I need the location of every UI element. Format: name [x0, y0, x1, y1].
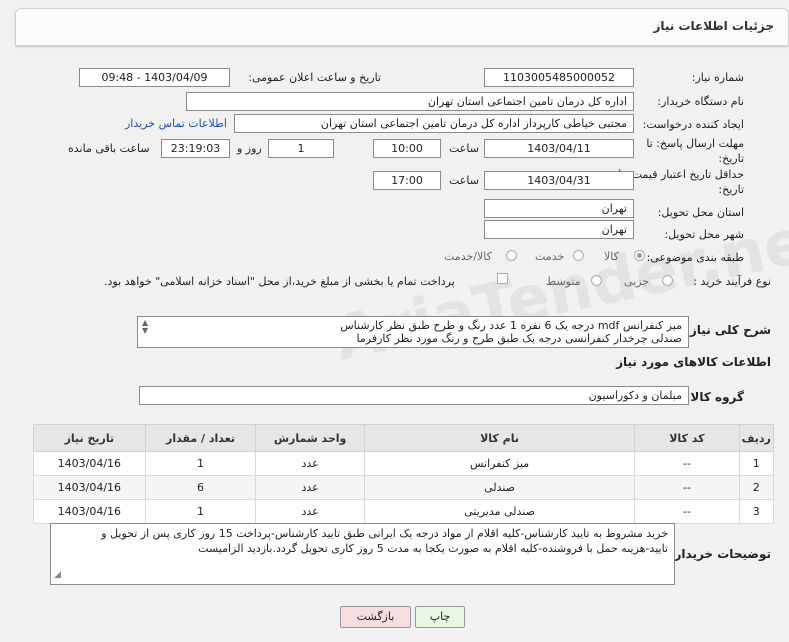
city-field: تهران [484, 220, 634, 239]
cell-row: 1 [738, 451, 775, 476]
table-row: 3 -- صندلی مدیریتی عدد 1 1403/04/16 [33, 499, 775, 524]
description-line-2: صندلی چرخدار کنفرانسی درجه یک طبق طرح و … [356, 332, 682, 345]
cell-code: -- [634, 475, 740, 500]
need-number-label: شماره نیاز: [691, 71, 744, 84]
validity-time-label: ساعت [449, 174, 479, 187]
buyer-org-label: نام دستگاه خریدار: [657, 95, 744, 108]
cell-name: صندلی مدیریتی [363, 499, 636, 524]
col-unit: واحد شمارش [255, 424, 365, 452]
items-table: ردیف کد کالا نام کالا واحد شمارش تعداد /… [33, 424, 775, 524]
table-row: 1 -- میز کنفرانس عدد 1 1403/04/16 [33, 451, 775, 476]
table-row: 2 -- صندلی عدد 6 1403/04/16 [33, 475, 775, 500]
scroll-down-icon[interactable]: ▼ [142, 327, 148, 335]
print-button[interactable]: چاپ [415, 606, 465, 628]
province-field: تهران [484, 199, 634, 218]
deadline-days-field: 1 [268, 139, 334, 158]
category-radio-goods-service[interactable] [506, 250, 517, 261]
buyer-org-field: اداره کل درمان تامین اجتماعی استان تهران [186, 92, 634, 111]
contact-buyer-link[interactable]: اطلاعات تماس خریدار [125, 117, 227, 130]
validity-time-field: 17:00 [373, 171, 441, 190]
purchase-type-label: نوع فرآیند خرید : [693, 275, 771, 288]
goods-group-label: گروه کالا: [685, 390, 744, 404]
validity-date-label: تاریخ: [718, 183, 744, 196]
cell-name: میز کنفرانس [363, 451, 636, 476]
col-code: کد کالا [634, 424, 740, 452]
requester-label: ایجاد کننده درخواست: [642, 118, 744, 131]
remaining-time-label: ساعت باقی مانده [68, 142, 150, 155]
cell-code: -- [634, 451, 740, 476]
cell-unit: عدد [255, 451, 365, 476]
col-date: تاریخ نیاز [33, 424, 146, 452]
buyer-notes-line-1: خرید مشروط به تایید کارشناس-کلیه اقلام ا… [101, 527, 668, 540]
cell-quantity: 1 [144, 499, 257, 524]
header-panel: جزئیات اطلاعات نیاز [15, 8, 789, 46]
deadline-days-label: روز و [237, 142, 262, 155]
col-quantity: تعداد / مقدار [144, 424, 257, 452]
purchase-radio-small[interactable] [662, 275, 673, 286]
city-label: شهر محل تحویل: [664, 228, 744, 241]
purchase-option-medium: متوسط [546, 275, 581, 288]
cell-quantity: 1 [144, 451, 257, 476]
cell-date: 1403/04/16 [33, 475, 146, 500]
remaining-time-field: 23:19:03 [161, 139, 230, 158]
back-button[interactable]: بازگشت [340, 606, 411, 628]
announce-label: تاریخ و ساعت اعلان عمومی: [248, 71, 381, 84]
deadline-label: مهلت ارسال پاسخ: تا [646, 137, 744, 150]
validity-label: حداقل تاریخ اعتبار قیمت: تا [618, 168, 744, 181]
purchase-option-small: جزیی [624, 275, 650, 288]
cell-name: صندلی [363, 475, 636, 500]
col-row: ردیف [738, 424, 775, 452]
cell-date: 1403/04/16 [33, 499, 146, 524]
category-option-goods: کالا [604, 250, 619, 263]
treasury-note: پرداخت تمام یا بخشی از مبلغ خرید،از محل … [104, 275, 455, 288]
buyer-notes-label: توضیحات خریدار: [669, 547, 771, 561]
deadline-date-field: 1403/04/11 [484, 139, 634, 158]
cell-date: 1403/04/16 [33, 451, 146, 476]
cell-code: -- [634, 499, 740, 524]
goods-group-field: مبلمان و دکوراسیون [139, 386, 689, 405]
cell-quantity: 6 [144, 475, 257, 500]
purchase-radio-medium[interactable] [591, 275, 602, 286]
category-option-goods-service: کالا/خدمت [444, 250, 492, 263]
deadline-date-label: تاریخ: [718, 152, 744, 165]
announce-field: 1403/04/09 - 09:48 [79, 68, 230, 87]
buyer-notes-line-2: تایید-هزینه حمل با فروشنده-کلیه اقلام به… [198, 542, 668, 555]
category-radio-service[interactable] [573, 250, 584, 261]
treasury-checkbox[interactable] [497, 273, 508, 284]
resize-handle-icon[interactable]: ◢ [54, 568, 61, 583]
cell-row: 3 [738, 499, 775, 524]
cell-unit: عدد [255, 475, 365, 500]
need-number-field: 1103005485000052 [484, 68, 634, 87]
description-textarea[interactable]: میز کنفرانس mdf درجه یک 6 نفره 1 عدد رنگ… [137, 316, 689, 348]
category-option-service: خدمت [535, 250, 565, 263]
deadline-time-label: ساعت [449, 142, 479, 155]
col-name: نام کالا [363, 424, 636, 452]
page-title: جزئیات اطلاعات نیاز [653, 19, 774, 33]
goods-section-title: اطلاعات کالاهای مورد نیاز [616, 355, 771, 369]
province-label: استان محل تحویل: [657, 206, 744, 219]
description-label: شرح کلی نیاز: [685, 323, 771, 337]
category-label: طبقه بندی موضوعی: [646, 251, 744, 264]
deadline-time-field: 10:00 [373, 139, 441, 158]
description-line-1: میز کنفرانس mdf درجه یک 6 نفره 1 عدد رنگ… [340, 319, 682, 332]
requester-field: مجتبی خیاطی کارپرداز اداره کل درمان تامی… [234, 114, 634, 133]
cell-unit: عدد [255, 499, 365, 524]
category-radio-goods[interactable] [634, 250, 645, 261]
buyer-notes-textarea[interactable]: خرید مشروط به تایید کارشناس-کلیه اقلام ا… [50, 523, 675, 585]
cell-row: 2 [738, 475, 775, 500]
validity-date-field: 1403/04/31 [484, 171, 634, 190]
